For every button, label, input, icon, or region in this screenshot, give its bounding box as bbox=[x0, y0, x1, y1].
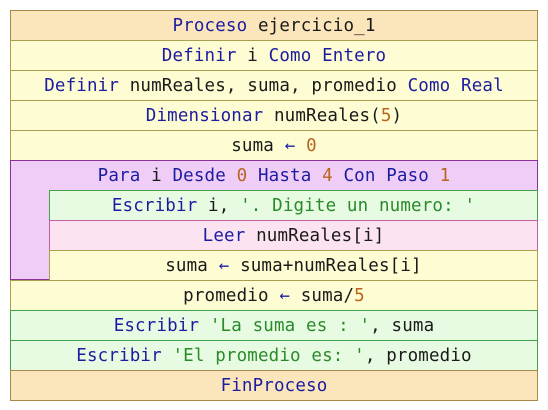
assign-var: promedio bbox=[183, 285, 269, 306]
assign-var: suma bbox=[165, 255, 208, 276]
write-suma-statement[interactable]: Escribir 'La suma es : ', suma bbox=[10, 310, 538, 341]
process-header[interactable]: Proceso ejercicio_1 bbox=[10, 10, 538, 41]
define-keyword: Definir bbox=[161, 45, 237, 66]
process-name: ejercicio_1 bbox=[257, 15, 376, 36]
define-vars: i bbox=[247, 45, 258, 66]
dimension-keyword: Dimensionar bbox=[145, 105, 264, 126]
end-keyword: FinProceso bbox=[220, 375, 328, 396]
write-keyword: Escribir bbox=[113, 315, 200, 336]
assign-expr: suma/ bbox=[300, 285, 355, 306]
array-close: ) bbox=[391, 105, 403, 126]
define-i-statement[interactable]: Definir i Como Entero bbox=[10, 40, 538, 71]
read-keyword: Leer bbox=[202, 225, 246, 246]
como-keyword: Como bbox=[268, 45, 312, 66]
define-vars: numReales, suma, promedio bbox=[129, 75, 397, 96]
assign-arrow-icon: ← bbox=[218, 255, 230, 276]
write-args: i, bbox=[208, 195, 230, 216]
write-rest: , promedio bbox=[364, 345, 472, 366]
write-prompt-statement[interactable]: Escribir i, '. Digite un numero: ' bbox=[49, 190, 538, 221]
process-keyword: Proceso bbox=[172, 15, 248, 36]
assign-divisor: 5 bbox=[354, 285, 365, 306]
for-loop-header[interactable]: Para i Desde 0 Hasta 4 Con Paso 1 bbox=[10, 160, 538, 191]
loop-start: 0 bbox=[236, 165, 248, 186]
type-name: Real bbox=[461, 75, 504, 96]
desde-keyword: Desde bbox=[172, 165, 226, 186]
write-string: 'El promedio es: ' bbox=[172, 345, 365, 366]
loop-step: 1 bbox=[439, 165, 451, 186]
read-statement[interactable]: Leer numReales[i] bbox=[49, 220, 538, 251]
con-paso-keyword: Con Paso bbox=[343, 165, 429, 186]
assign-value: 0 bbox=[306, 135, 317, 156]
como-keyword: Como bbox=[407, 75, 451, 96]
define-keyword: Definir bbox=[44, 75, 120, 96]
process-end[interactable]: FinProceso bbox=[10, 370, 538, 401]
define-reales-statement[interactable]: Definir numReales, suma, promedio Como R… bbox=[10, 70, 538, 101]
assign-arrow-icon: ← bbox=[284, 135, 296, 156]
type-name: Entero bbox=[322, 45, 387, 66]
assign-suma-statement[interactable]: suma ← 0 bbox=[10, 130, 538, 161]
array-size: 5 bbox=[380, 105, 392, 126]
assign-expr: suma+numReales[i] bbox=[240, 255, 422, 276]
accumulate-statement[interactable]: suma ← suma+numReales[i] bbox=[49, 250, 538, 281]
assign-var: suma bbox=[231, 135, 274, 156]
dimension-statement[interactable]: Dimensionar numReales(5) bbox=[10, 100, 538, 131]
flowchart-diagram: Proceso ejercicio_1 Definir i Como Enter… bbox=[10, 10, 538, 401]
array-name: numReales( bbox=[274, 105, 381, 126]
loop-end: 4 bbox=[322, 165, 333, 186]
para-keyword: Para bbox=[97, 165, 141, 186]
read-target: numReales[i] bbox=[256, 225, 385, 246]
assign-promedio-statement[interactable]: promedio ← suma/5 bbox=[10, 280, 538, 311]
assign-arrow-icon: ← bbox=[279, 285, 291, 306]
loop-var: i bbox=[151, 165, 162, 186]
write-string: '. Digite un numero: ' bbox=[240, 195, 476, 216]
write-keyword: Escribir bbox=[76, 345, 162, 366]
write-promedio-statement[interactable]: Escribir 'El promedio es: ', promedio bbox=[10, 340, 538, 371]
write-keyword: Escribir bbox=[111, 195, 198, 216]
write-rest: , suma bbox=[370, 315, 435, 336]
hasta-keyword: Hasta bbox=[257, 165, 312, 186]
write-string: 'La suma es : ' bbox=[209, 315, 371, 336]
